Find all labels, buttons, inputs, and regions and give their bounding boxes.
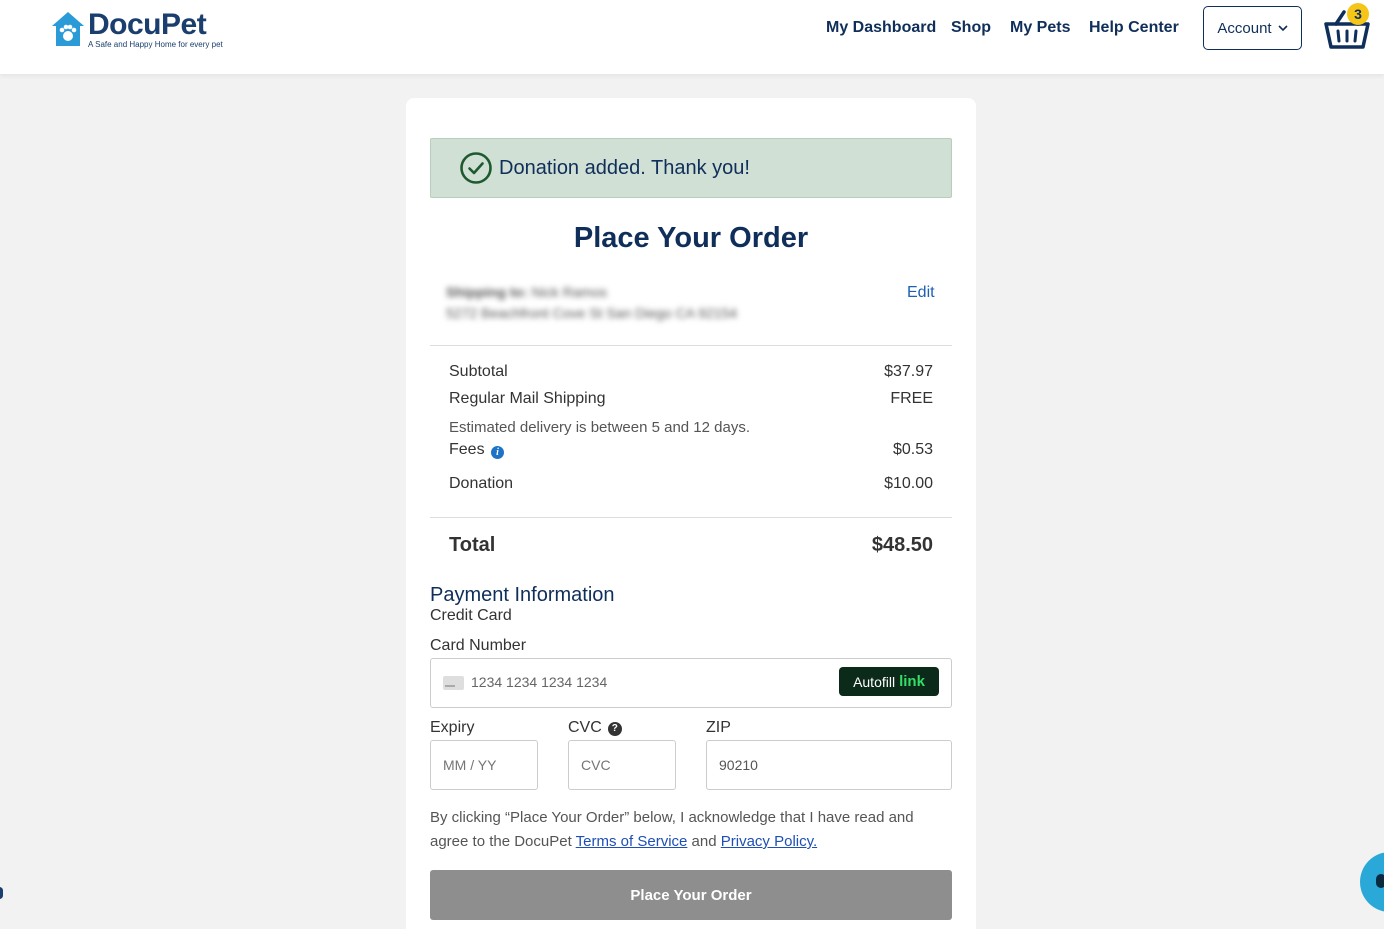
fees-value: $0.53 xyxy=(892,441,933,458)
check-circle-icon xyxy=(460,152,492,184)
donation-label: Donation xyxy=(449,475,514,492)
shipping-label: Shipping to: xyxy=(446,284,528,300)
edit-shipping-link[interactable]: Edit xyxy=(907,284,935,302)
site-header: DocuPet A Safe and Happy Home for every … xyxy=(0,0,1384,74)
payment-method: Credit Card xyxy=(430,607,512,624)
subtotal-label: Subtotal xyxy=(449,363,508,380)
logo-name: DocuPet xyxy=(88,8,207,41)
nav-help-center[interactable]: Help Center xyxy=(1089,19,1179,37)
place-order-button[interactable]: Place Your Order xyxy=(430,870,952,920)
shipping-method-value: FREE xyxy=(890,390,933,407)
info-icon[interactable]: i xyxy=(491,446,505,459)
donation-success-banner: Donation added. Thank you! xyxy=(430,138,952,198)
payment-heading: Payment Information xyxy=(430,584,615,606)
subtotal-row: Subtotal $37.97 xyxy=(449,363,933,381)
fees-label: Fees xyxy=(449,441,485,458)
cvc-label: CVC xyxy=(568,719,602,736)
shipping-name: Nick Ramos xyxy=(531,284,608,300)
divider xyxy=(430,517,952,518)
card-number-placeholder: 1234 1234 1234 1234 xyxy=(471,674,608,690)
account-button[interactable]: Account xyxy=(1203,6,1302,50)
expiry-input[interactable] xyxy=(430,740,538,790)
divider xyxy=(430,345,952,346)
shipping-address-blurred: Shipping to: Nick Ramos 5272 Beachfront … xyxy=(446,282,737,324)
donation-value: $10.00 xyxy=(884,475,933,492)
cvc-label-row: CVC? xyxy=(568,719,622,737)
zip-label: ZIP xyxy=(706,719,731,736)
fees-row: Fees i $0.53 xyxy=(449,441,933,459)
shipping-method-label: Regular Mail Shipping xyxy=(449,390,606,407)
shipping-method-row: Regular Mail Shipping FREE xyxy=(449,390,933,408)
link-logo: link xyxy=(899,673,925,690)
autofill-link-button[interactable]: Autofill link xyxy=(839,667,939,696)
total-row: Total $48.50 xyxy=(449,534,933,557)
page-title: Place Your Order xyxy=(573,222,809,254)
banner-text: Donation added. Thank you! xyxy=(499,156,750,179)
checkout-card: Donation added. Thank you! Place Your Or… xyxy=(406,98,976,929)
nav-my-pets[interactable]: My Pets xyxy=(1010,19,1070,37)
cvc-input[interactable] xyxy=(568,740,676,790)
card-number-label: Card Number xyxy=(430,637,527,654)
chevron-down-icon xyxy=(1278,25,1288,32)
docupet-logo[interactable]: DocuPet A Safe and Happy Home for every … xyxy=(50,10,223,49)
question-icon[interactable]: ? xyxy=(607,722,622,736)
cart-count-badge: 3 xyxy=(1347,3,1369,25)
privacy-policy-link[interactable]: Privacy Policy. xyxy=(721,833,817,850)
nav-my-dashboard[interactable]: My Dashboard xyxy=(826,19,936,37)
credit-card-icon xyxy=(443,676,464,690)
estimated-delivery: Estimated delivery is between 5 and 12 d… xyxy=(449,419,751,436)
side-widget-handle[interactable] xyxy=(0,887,3,899)
chat-icon[interactable] xyxy=(1360,852,1384,912)
logo-tagline: A Safe and Happy Home for every pet xyxy=(88,40,223,49)
total-value: $48.50 xyxy=(871,534,933,556)
house-paw-logo-icon xyxy=(52,12,84,46)
account-label: Account xyxy=(1217,19,1272,37)
terms-of-service-link[interactable]: Terms of Service xyxy=(576,833,688,850)
autofill-label: Autofill xyxy=(853,673,896,690)
nav-shop[interactable]: Shop xyxy=(951,19,991,37)
expiry-label: Expiry xyxy=(430,719,475,736)
total-label: Total xyxy=(449,534,496,556)
zip-input[interactable] xyxy=(706,740,952,790)
legal-and: and xyxy=(687,833,721,850)
shipping-address: 5272 Beachfront Cove St San Diego CA 921… xyxy=(446,305,738,321)
legal-agreement: By clicking “Place Your Order” below, I … xyxy=(430,806,952,854)
donation-row: Donation $10.00 xyxy=(449,475,933,493)
subtotal-value: $37.97 xyxy=(884,363,933,380)
